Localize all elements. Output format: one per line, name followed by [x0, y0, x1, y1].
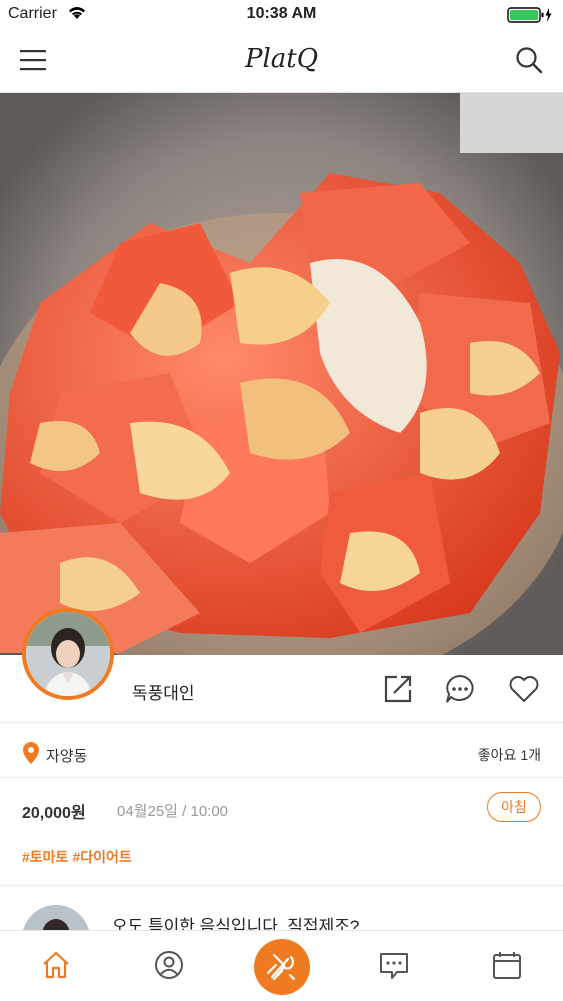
post-food-photo[interactable] — [0, 93, 563, 655]
tomato-egg-dish-image — [0, 93, 563, 655]
divider — [0, 722, 563, 723]
heart-icon[interactable] — [508, 673, 540, 705]
clock: 10:38 AM — [246, 5, 317, 22]
divider — [0, 777, 563, 778]
hashtag[interactable]: #다이어트 — [72, 849, 131, 865]
food-tab-button[interactable] — [254, 939, 310, 995]
user-avatar[interactable] — [22, 608, 114, 700]
price-label: 20,000원 — [22, 805, 86, 822]
comment-icon[interactable] — [444, 673, 476, 705]
location-pin-icon — [23, 742, 39, 764]
datetime-label: 04월25일 / 10:00 — [117, 803, 229, 820]
bottom-tab-bar — [0, 930, 563, 1001]
avatar-portrait-image — [26, 612, 110, 696]
calendar-icon[interactable] — [491, 949, 523, 981]
top-navigation-bar: PlatQ — [0, 30, 563, 93]
message-icon[interactable] — [378, 949, 410, 981]
profile-icon[interactable] — [153, 949, 185, 981]
post-username[interactable]: 독풍대인 — [132, 679, 195, 704]
home-icon[interactable] — [40, 949, 72, 981]
post-location[interactable]: 자양동 — [22, 741, 87, 767]
likes-count[interactable]: 좋아요 1개 — [478, 745, 541, 765]
search-icon[interactable] — [515, 46, 543, 74]
battery-icon — [507, 7, 552, 23]
location-label: 자양동 — [46, 748, 88, 765]
hashtag[interactable]: #토마토 — [22, 849, 68, 865]
food-icon — [266, 953, 296, 981]
hashtag-list: #토마토 #다이어트 — [22, 847, 136, 867]
share-icon[interactable] — [382, 673, 414, 705]
divider — [0, 885, 563, 886]
status-bar: Carrier 10:38 AM — [0, 0, 563, 30]
meal-type-badge: 아침 — [487, 792, 541, 822]
app-logo: PlatQ — [244, 44, 319, 74]
